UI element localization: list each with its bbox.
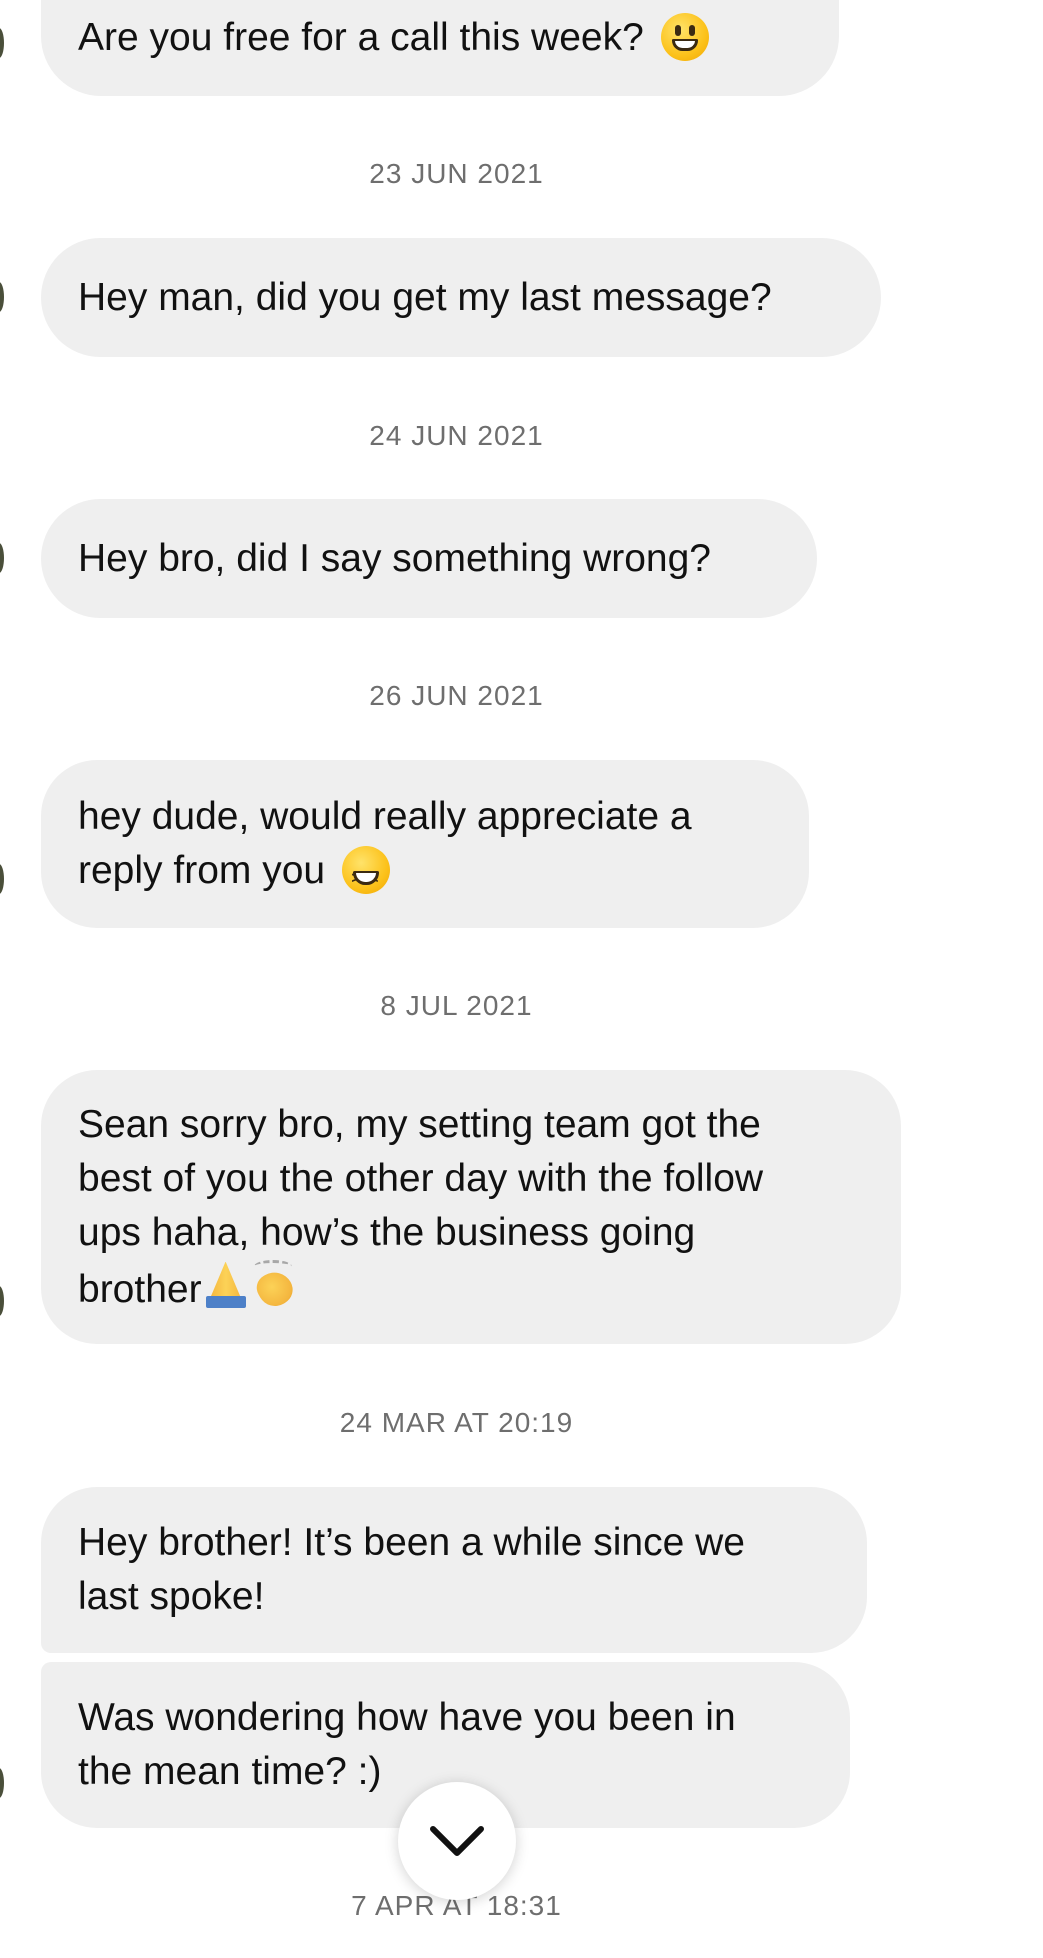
message-text: Are you free for a call this week? [78,11,709,65]
laughing-emoji-icon [341,845,390,906]
message-bubble[interactable]: Hey brother! It’s been a while since we … [41,1487,867,1653]
message-bubble[interactable]: Are you free for a call this week? [41,0,839,96]
smiley-emoji-icon [660,12,709,61]
sender-avatar[interactable] [0,282,4,312]
date-separator: 24 JUN 2021 [369,420,544,451]
message-bubble[interactable]: hey dude, would really appreciate a repl… [41,760,809,928]
message-text: Hey bro, did I say something wrong? [78,536,711,580]
sender-avatar[interactable] [0,864,4,894]
message-text: Sean sorry bro, my setting team got the … [78,1102,764,1311]
sender-avatar[interactable] [0,28,4,58]
date-separator: 8 JUL 2021 [380,990,533,1021]
message-text: Hey man, did you get my last message? [78,275,772,319]
date-separator: 23 JUN 2021 [369,158,544,189]
message-text: Was wondering how have you been in the m… [78,1696,736,1793]
message-text: hey dude, would really appreciate a repl… [78,790,692,906]
date-separator: 24 MAR AT 20:19 [339,1407,574,1438]
chevron-down-icon [430,1826,484,1856]
folded-hands-emoji-icon [202,1260,250,1308]
sender-avatar[interactable] [0,1768,4,1798]
message-bubble[interactable]: Hey man, did you get my last message? [41,238,881,357]
sender-avatar[interactable] [0,543,4,573]
sender-avatar[interactable] [0,1286,4,1316]
clapping-hands-emoji-icon [250,1259,298,1308]
message-text: Hey brother! It’s been a while since we … [78,1521,745,1618]
message-thread[interactable]: Are you free for a call this week? 23 JU… [0,0,1043,1958]
message-bubble[interactable]: Hey bro, did I say something wrong? [41,499,817,618]
message-bubble[interactable]: Sean sorry bro, my setting team got the … [41,1070,901,1344]
scroll-to-bottom-button[interactable] [398,1782,516,1900]
date-separator: 26 JUN 2021 [369,680,544,711]
